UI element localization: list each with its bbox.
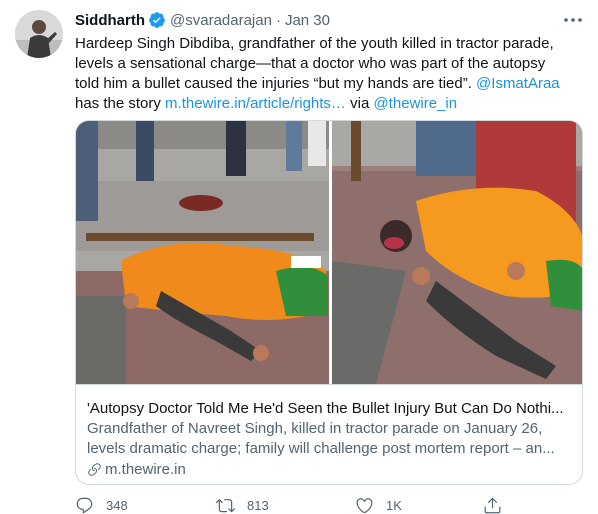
card-image xyxy=(76,121,582,384)
like-button[interactable]: 1K xyxy=(355,496,402,514)
card-title: 'Autopsy Doctor Told Me He'd Seen the Bu… xyxy=(87,400,564,417)
tweet[interactable]: Siddharth @svaradarajan · Jan 30 Hardeep… xyxy=(0,0,598,514)
card-photo-left xyxy=(76,121,329,384)
card-domain-text: m.thewire.in xyxy=(105,460,186,478)
card-domain: m.thewire.in xyxy=(87,459,186,479)
share-icon xyxy=(484,497,501,514)
tweet-text-segment: told him a bullet caused the injuries “b… xyxy=(75,75,477,92)
link-icon xyxy=(88,462,101,476)
card-description-line: levels dramatic charge; family will chal… xyxy=(87,440,555,457)
avatar-image xyxy=(15,10,63,58)
verified-badge-icon xyxy=(148,11,166,29)
tweet-text: Hardeep Singh Dibdiba, grandfather of th… xyxy=(75,34,590,114)
header-separator: · xyxy=(275,11,281,29)
author-handle[interactable]: @svaradarajan xyxy=(170,12,272,29)
article-url-link[interactable]: m.thewire.in/article/rights… xyxy=(165,95,346,112)
mention-link-thewire[interactable]: @thewire_in xyxy=(373,95,457,112)
card-description-line: Grandfather of Navreet Singh, killed in … xyxy=(87,420,543,437)
reply-count: 348 xyxy=(106,498,128,513)
tweet-text-segment: has the story xyxy=(75,95,166,112)
retweet-count: 813 xyxy=(247,498,269,513)
avatar[interactable] xyxy=(15,10,63,58)
retweet-button[interactable]: 813 xyxy=(216,496,269,514)
tweet-header: Siddharth @svaradarajan · Jan 30 xyxy=(75,10,330,30)
share-button[interactable] xyxy=(483,496,514,514)
more-dots-icon[interactable] xyxy=(562,12,584,28)
reply-button[interactable]: 348 xyxy=(75,496,128,514)
tweet-timestamp[interactable]: Jan 30 xyxy=(285,12,330,29)
author-display-name[interactable]: Siddharth xyxy=(75,12,145,29)
tweet-text-segment: via xyxy=(345,95,374,112)
card-divider xyxy=(76,384,582,385)
tweet-text-line: Hardeep Singh Dibdiba, grandfather of th… xyxy=(75,35,554,52)
heart-icon xyxy=(356,498,373,514)
mention-link-ismataraa[interactable]: @IsmatAraa xyxy=(476,75,560,92)
tweet-actions: 348 813 1K xyxy=(75,496,595,514)
card-description: Grandfather of Navreet Singh, killed in … xyxy=(87,419,577,459)
retweet-icon xyxy=(216,499,235,513)
card-photo-right xyxy=(332,121,582,384)
reply-icon xyxy=(76,497,93,514)
link-preview-card[interactable]: 'Autopsy Doctor Told Me He'd Seen the Bu… xyxy=(75,120,583,485)
tweet-text-line: has the story m.thewire.in/article/right… xyxy=(75,94,590,114)
tweet-text-line: levels a sensational charge—that a docto… xyxy=(75,55,546,72)
tweet-text-line: told him a bullet caused the injuries “b… xyxy=(75,74,590,94)
like-count: 1K xyxy=(386,498,402,513)
